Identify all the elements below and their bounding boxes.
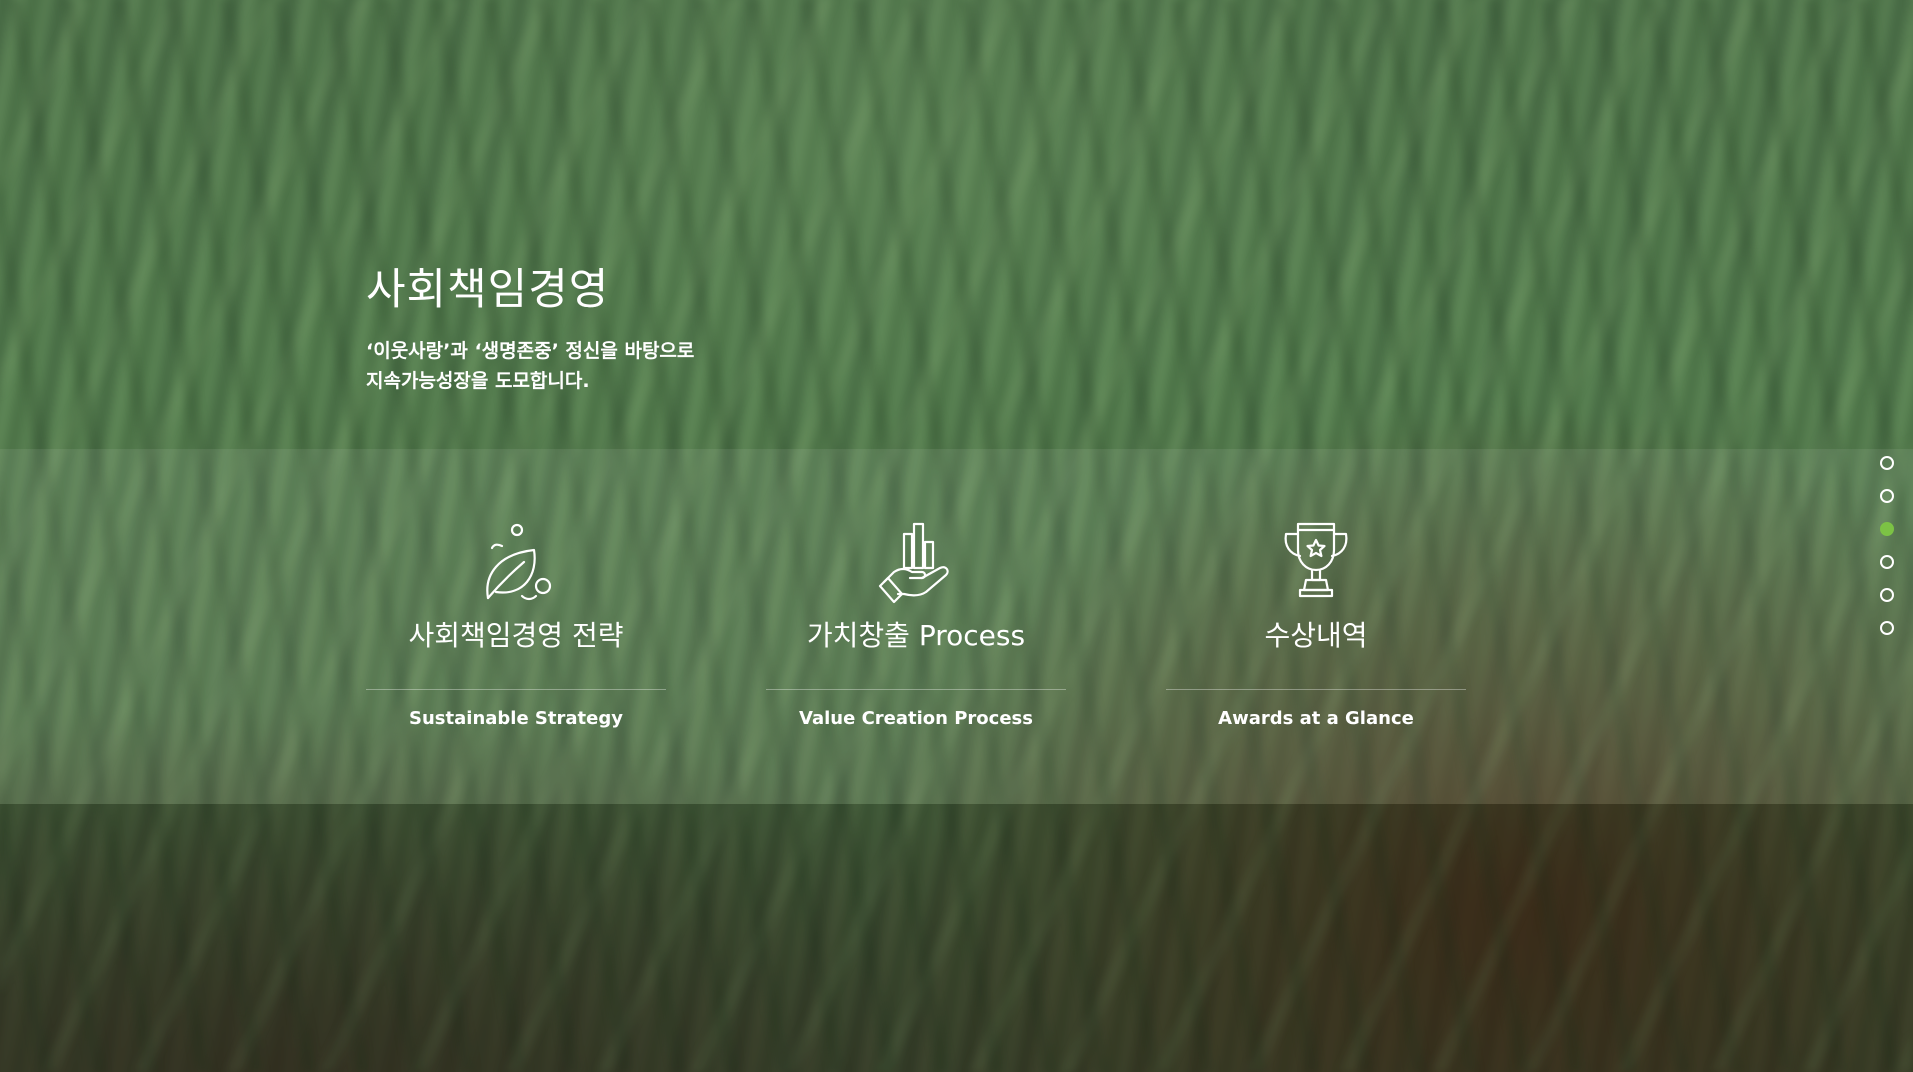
leaf-icon: [486, 523, 552, 601]
section-pagination: [1880, 456, 1896, 654]
card-title: 사회책임경영 전략: [408, 619, 624, 652]
pagination-dot-3-active[interactable]: [1880, 522, 1894, 536]
pagination-dot-2[interactable]: [1880, 489, 1894, 503]
card-divider: [1166, 689, 1466, 690]
intro-description: ‘이웃사랑’과 ‘생명존중’ 정신을 바탕으로 지속가능성장을 도모합니다.: [366, 336, 694, 396]
pagination-dot-1[interactable]: [1880, 456, 1894, 470]
page-stage: 사회책임경영 ‘이웃사랑’과 ‘생명존중’ 정신을 바탕으로 지속가능성장을 도…: [0, 0, 1913, 1072]
trophy-icon: [1284, 522, 1348, 598]
card-subtitle: Awards at a Glance: [1218, 708, 1414, 729]
card-awards[interactable]: 수상내역 Awards at a Glance: [1166, 520, 1466, 740]
pagination-dot-6[interactable]: [1880, 621, 1894, 635]
pagination-dot-5[interactable]: [1880, 588, 1894, 602]
card-value-creation-process[interactable]: 가치창출 Process Value Creation Process: [766, 520, 1066, 740]
cards-row: 사회책임경영 전략 Sustainable Strategy 가치창출 Proc…: [366, 520, 1466, 740]
card-subtitle: Value Creation Process: [799, 708, 1033, 729]
bottom-shade: [0, 804, 1913, 1072]
intro-description-line-1: ‘이웃사랑’과 ‘생명존중’ 정신을 바탕으로: [366, 340, 695, 362]
card-divider: [366, 689, 666, 690]
page-title: 사회책임경영: [366, 265, 610, 315]
card-title: 가치창출 Process: [806, 619, 1026, 652]
card-sustainable-strategy[interactable]: 사회책임경영 전략 Sustainable Strategy: [366, 520, 666, 740]
hand-growth-icon: [878, 522, 949, 604]
intro-section: 사회책임경영 ‘이웃사랑’과 ‘생명존중’ 정신을 바탕으로 지속가능성장을 도…: [366, 258, 694, 396]
card-subtitle: Sustainable Strategy: [409, 708, 623, 729]
card-title: 수상내역: [1264, 619, 1368, 652]
pagination-dot-4[interactable]: [1880, 555, 1894, 569]
card-divider: [766, 689, 1066, 690]
intro-description-line-2: 지속가능성장을 도모합니다.: [366, 370, 590, 392]
